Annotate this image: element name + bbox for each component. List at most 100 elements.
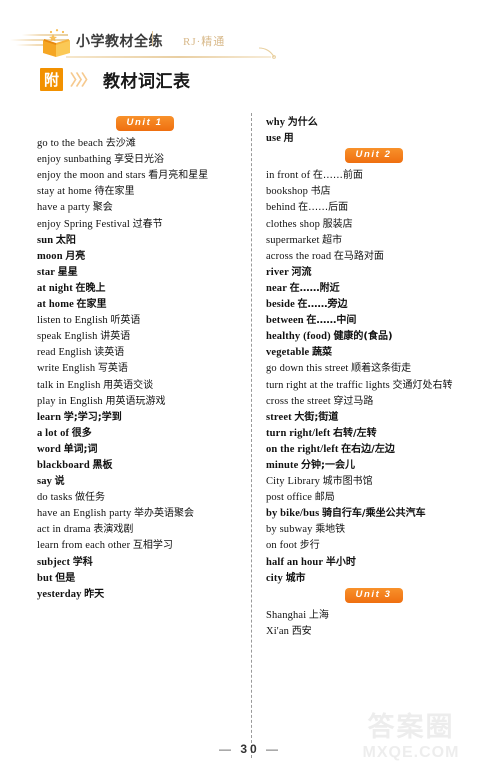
vocabulary-translation: 步行 — [299, 540, 320, 552]
vocabulary-translation: 城市图书馆 — [322, 476, 373, 488]
vocabulary-entry: speak English 讲英语 — [37, 327, 252, 343]
page-title: 教材词汇表 — [103, 71, 191, 91]
vocabulary-translation: 用英语交谈 — [103, 379, 154, 391]
vocabulary-translation: 蔬菜 — [311, 347, 332, 359]
vocabulary-entry: near 在……附近 — [266, 278, 481, 294]
vocabulary-translation: 在……前面 — [312, 170, 363, 182]
vocabulary-translation: 在……附近 — [289, 282, 340, 294]
vocabulary-term: use — [266, 132, 282, 144]
vocabulary-term: near — [266, 282, 288, 294]
vocabulary-term: cross the street — [266, 395, 331, 407]
vocabulary-entry: clothes shop 服装店 — [266, 214, 481, 230]
vocabulary-entry: at home 在家里 — [37, 294, 252, 310]
vocabulary-translation: 半小时 — [325, 556, 356, 568]
vocabulary-translation: 举办英语聚会 — [134, 508, 195, 520]
vocabulary-term: behind — [266, 202, 296, 214]
vocabulary-entry: half an hour 半小时 — [266, 552, 481, 568]
vocabulary-entry: play in English 用英语玩游戏 — [37, 391, 252, 407]
vocabulary-translation: 表演戏剧 — [93, 524, 134, 536]
vocabulary-translation: 星星 — [57, 266, 78, 278]
vocabulary-entry: write English 写英语 — [37, 359, 252, 375]
vocabulary-entry: between 在……中间 — [266, 311, 481, 327]
vocabulary-term: have an English party — [37, 508, 132, 520]
vocabulary-translation: 月亮 — [65, 250, 86, 262]
vocabulary-term: do tasks — [37, 492, 73, 504]
vocabulary-entry: use 用 — [266, 128, 481, 144]
vocabulary-entry: enjoy the moon and stars 看月亮和星星 — [37, 166, 252, 182]
vocabulary-entry: listen to English 听英语 — [37, 311, 252, 327]
unit-heading-row: Unit 1 — [37, 112, 252, 134]
vocabulary-translation: 上海 — [308, 610, 329, 622]
vocabulary-translation: 在……中间 — [306, 315, 357, 327]
vocabulary-term: street — [266, 411, 292, 423]
vocabulary-entry: act in drama 表演戏剧 — [37, 520, 252, 536]
vocabulary-translation: 河流 — [291, 266, 312, 278]
page-number: 30 — [240, 742, 260, 756]
vocabulary-entry: turn right/left 右转/左转 — [266, 423, 481, 439]
vocabulary-translation: 说 — [54, 476, 65, 488]
page-footer: — 30 — — [0, 740, 500, 758]
vocabulary-term: by subway — [266, 524, 313, 536]
vocabulary-entry: across the road 在马路对面 — [266, 246, 481, 262]
vocabulary-term: blackboard — [37, 459, 90, 471]
vocabulary-entry: cross the street 穿过马路 — [266, 391, 481, 407]
vocabulary-entry: at night 在晚上 — [37, 278, 252, 294]
vocabulary-term: city — [266, 572, 283, 584]
vocabulary-entry: enjoy sunbathing 享受日光浴 — [37, 150, 252, 166]
vocabulary-term: have a party — [37, 202, 91, 214]
vocabulary-translation: 过春节 — [132, 218, 163, 230]
vocabulary-entry: behind 在……后面 — [266, 198, 481, 214]
vocabulary-entry: street 大街;街道 — [266, 407, 481, 423]
vocabulary-term: beside — [266, 299, 295, 311]
vocabulary-translation: 服装店 — [322, 218, 353, 230]
vocabulary-translation: 大街;街道 — [294, 411, 339, 423]
vocabulary-term: clothes shop — [266, 218, 321, 230]
vocabulary-entry: stay at home 待在家里 — [37, 182, 252, 198]
vocabulary-translation: 看月亮和星星 — [148, 170, 209, 182]
vocabulary-translation: 太阳 — [55, 234, 76, 246]
vocabulary-entry: do tasks 做任务 — [37, 488, 252, 504]
appendix-badge: 附 — [40, 67, 63, 91]
vocabulary-entry: star 星星 — [37, 262, 252, 278]
vocabulary-entry: vegetable 蔬菜 — [266, 343, 481, 359]
section-title: 附 〉〉〉 教材词汇表 — [40, 66, 191, 92]
vocabulary-term: enjoy Spring Festival — [37, 218, 130, 230]
vocabulary-entry: go down this street 顺着这条街走 — [266, 359, 481, 375]
vocabulary-term: why — [266, 116, 286, 128]
vocabulary-term: listen to English — [37, 315, 108, 327]
vocabulary-translation: 骑自行车/乘坐公共汽车 — [321, 508, 426, 520]
vocabulary-term: learn — [37, 411, 62, 423]
vocabulary-translation: 聚会 — [92, 202, 113, 214]
vocabulary-entry: Xi'an 西安 — [266, 622, 481, 638]
vocabulary-term: turn right/left — [266, 427, 331, 439]
vocabulary-term: enjoy the moon and stars — [37, 170, 146, 182]
vocabulary-translation: 邮局 — [314, 492, 335, 504]
vocabulary-term: bookshop — [266, 186, 309, 198]
chevrons-icon: 〉〉〉 — [70, 71, 96, 89]
vocabulary-translation: 西安 — [291, 626, 312, 638]
vocabulary-translation: 但是 — [55, 572, 76, 584]
vocabulary-entry: blackboard 黑板 — [37, 455, 252, 471]
vocabulary-entry: healthy (food) 健康的(食品) — [266, 327, 481, 343]
vocabulary-term: sun — [37, 234, 54, 246]
vocabulary-entry: beside 在……旁边 — [266, 294, 481, 310]
vocabulary-term: Shanghai — [266, 610, 307, 622]
footer-dash-right: — — [266, 742, 282, 756]
vocabulary-translation: 讲英语 — [100, 331, 131, 343]
vocabulary-entry: by bike/bus 骑自行车/乘坐公共汽车 — [266, 504, 481, 520]
vocabulary-translation: 分钟;一会儿 — [301, 459, 356, 471]
vocabulary-translation: 城市 — [285, 572, 306, 584]
vocabulary-term: but — [37, 572, 53, 584]
vocabulary-translation: 做任务 — [74, 492, 105, 504]
vocabulary-term: stay at home — [37, 186, 92, 198]
vocabulary-term: across the road — [266, 250, 332, 262]
vocabulary-entry: on foot 步行 — [266, 536, 481, 552]
vocabulary-translation: 学科 — [72, 556, 93, 568]
vocabulary-translation: 写英语 — [97, 363, 128, 375]
vocabulary-term: subject — [37, 556, 71, 568]
vocabulary-term: supermarket — [266, 234, 320, 246]
vocabulary-translation: 用 — [283, 132, 294, 144]
vocabulary-term: in front of — [266, 170, 311, 182]
vocabulary-entry: go to the beach 去沙滩 — [37, 134, 252, 150]
vocabulary-entry: say 说 — [37, 471, 252, 487]
